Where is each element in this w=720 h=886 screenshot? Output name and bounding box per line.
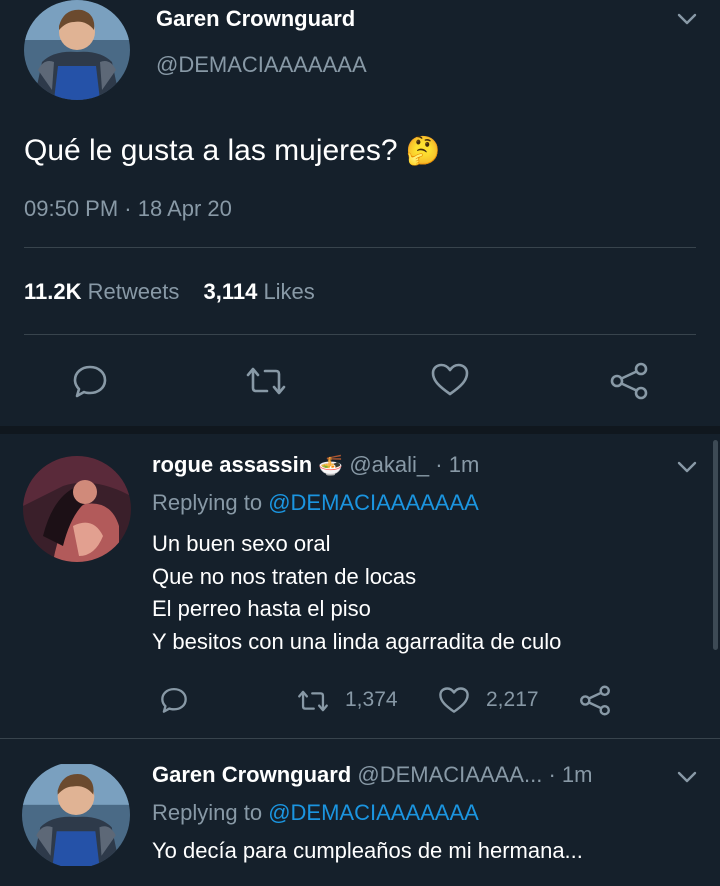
ramen-bowl-icon: 🍜 [318,455,344,477]
like-icon[interactable] [438,686,470,715]
chevron-down-icon[interactable] [676,770,698,789]
replying-label: Replying to [152,800,263,825]
reply-text: Un buen sexo oral Que no nos traten de l… [152,528,561,658]
replying-handle-link[interactable]: @DEMACIAAAAAAA [268,490,479,515]
scrollbar[interactable] [713,440,718,650]
divider [0,738,720,739]
reply-icon[interactable] [71,363,109,399]
reply-line: El perreo hasta el piso [152,596,371,621]
replying-to: Replying to @DEMACIAAAAAAA [152,490,479,516]
retweet-icon[interactable] [245,364,287,398]
retweets-label: Retweets [87,279,180,304]
section-divider [0,426,720,434]
reply-line: Yo decía para cumpleaños de mi hermana..… [152,838,583,863]
engagement-stats: 11.2K Retweets 3,114 Likes [24,279,315,305]
reply-handle[interactable]: @DEMACIAAAA... [357,762,542,787]
likes-label: Likes [263,279,315,304]
reply-line: Que no nos traten de locas [152,563,417,589]
reply-handle[interactable]: @akali_ [349,452,429,477]
retweets-stat[interactable]: 11.2K Retweets [24,279,185,304]
main-timestamp[interactable]: 09:50 PM · 18 Apr 20 [24,196,232,222]
reply-display-name[interactable]: rogue assassin [152,452,312,477]
divider [24,247,696,248]
chevron-down-icon[interactable] [676,12,698,31]
retweets-count: 11.2K [24,279,82,304]
replying-label: Replying to [152,490,263,515]
main-display-name[interactable]: Garen Crownguard [156,6,355,32]
thinking-face-icon: 🤔 [405,135,441,166]
share-icon[interactable] [578,685,612,716]
divider [24,334,696,335]
likes-stat[interactable]: 3,114 Likes [203,279,314,304]
avatar-garen[interactable] [22,762,130,868]
reply-line: Un buen sexo oral [152,531,331,556]
reply-line: Y besitos con una linda agarradita de cu… [152,628,562,654]
likes-count: 3,114 [203,279,258,304]
share-icon[interactable] [608,362,650,400]
reply-time[interactable]: · 1m [548,762,592,787]
like-icon[interactable] [430,362,470,398]
replying-to: Replying to @DEMACIAAAAAAA [152,800,479,826]
reply-header: Garen Crownguard @DEMACIAAAA... · 1m [152,762,592,788]
reply-text: Yo decía para cumpleaños de mi hermana..… [152,838,583,864]
reply-icon[interactable] [159,686,189,714]
main-tweet-body: Qué le gusta a las mujeres? [24,134,398,167]
avatar-rogue-assassin[interactable] [23,456,131,562]
main-handle[interactable]: @DEMACIAAAAAAA [156,52,367,78]
retweet-icon[interactable] [296,688,330,714]
main-tweet-text: Qué le gusta a las mujeres? 🤔 [24,134,441,168]
retweet-count: 1,374 [345,688,398,711]
like-count: 2,217 [486,688,539,711]
reply-time[interactable]: · 1m [435,452,479,477]
reply-header: rogue assassin 🍜 @akali_ · 1m [152,452,479,478]
avatar-garen[interactable] [24,0,130,100]
reply-display-name[interactable]: Garen Crownguard [152,762,351,787]
chevron-down-icon[interactable] [676,460,698,479]
replying-handle-link[interactable]: @DEMACIAAAAAAA [268,800,479,825]
